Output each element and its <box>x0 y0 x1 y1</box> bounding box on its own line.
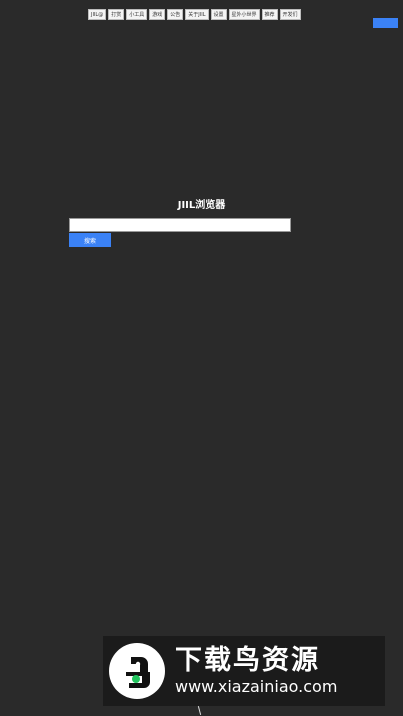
nav-item-home[interactable]: JIIL@ <box>88 9 107 20</box>
bird-logo-icon <box>109 643 165 699</box>
nav-item-developers[interactable]: 开发们 <box>279 9 301 20</box>
nav-item-recommend[interactable]: 推荐 <box>261 9 278 20</box>
watermark-url: www.xiazainiao.com <box>175 677 338 696</box>
watermark-banner: 下载鸟资源 www.xiazainiao.com <box>103 636 385 706</box>
nav-item-announcements[interactable]: 公告 <box>167 9 184 20</box>
browser-page: JIIL@ 打赏 小工具 游戏 公告 关于JIIL 设置 星外小世界 推荐 开发… <box>0 0 403 716</box>
nav-item-tip[interactable]: 打赏 <box>108 9 125 20</box>
search-input[interactable] <box>69 218 291 232</box>
corner-menu-button[interactable] <box>373 18 398 28</box>
mouse-cursor-icon <box>197 706 202 715</box>
watermark-brand: 下载鸟资源 <box>175 645 320 676</box>
nav-item-tools[interactable]: 小工具 <box>126 9 148 20</box>
page-title: JIIL浏览器 <box>177 200 226 211</box>
nav-item-about[interactable]: 关于JIIL <box>185 9 209 20</box>
nav-item-settings[interactable]: 设置 <box>210 9 227 20</box>
nav-item-games[interactable]: 游戏 <box>149 9 166 20</box>
nav-item-small-world[interactable]: 星外小世界 <box>228 9 260 20</box>
watermark-text: 下载鸟资源 www.xiazainiao.com <box>175 645 337 697</box>
search-button[interactable]: 搜索 <box>69 233 111 247</box>
top-nav: JIIL@ 打赏 小工具 游戏 公告 关于JIIL 设置 星外小世界 推荐 开发… <box>88 9 301 20</box>
